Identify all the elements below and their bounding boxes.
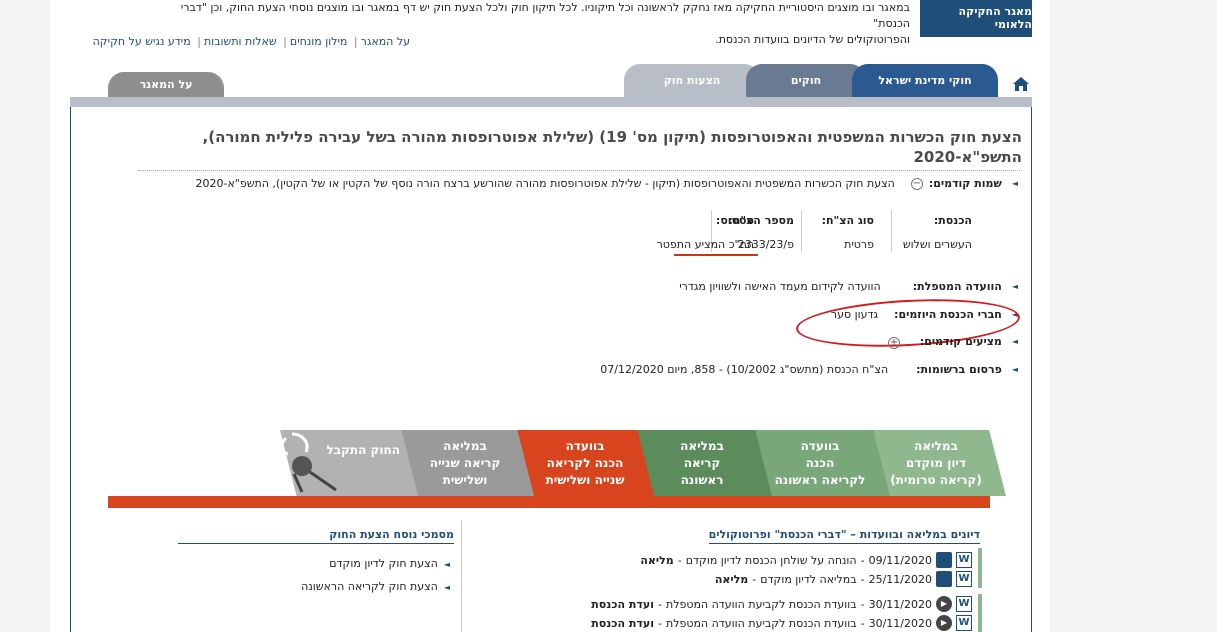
docs-heading: מסמכי נוסח הצעת החוק (178, 528, 454, 544)
discussion-text: הונחה על שולחן הכנסת לדיון מוקדם (685, 553, 857, 567)
bullet-icon: ◄ (443, 560, 450, 569)
prev-names-label: שמות קודמים: (928, 177, 1002, 190)
committee-label: הוועדה המטפלת: (912, 280, 1002, 293)
top-links: על המאגר| מילון מונחים| שאלות ותשובות| מ… (92, 35, 410, 48)
doc-item-label: הצעת חוק לקריאה הראשונה (301, 580, 438, 593)
discussion-date: 30/11/2020 (868, 616, 932, 630)
link-glossary[interactable]: מילון מונחים (290, 35, 348, 48)
publication-value[interactable]: הצ"ח הכנסת (מתשס"ג 10/2002) - 858, מיום … (600, 363, 888, 376)
prev-names-value: הצעת חוק הכשרות המשפטית והאפוטרופסות (תי… (195, 177, 895, 190)
discussion-date: 25/11/2020 (868, 572, 932, 586)
committee-row: ◄ הוועדה המטפלת: הוועדה לקידום מעמד האיש… (679, 280, 1018, 293)
info-divider (891, 210, 892, 252)
discussion-row: W 09/11/2020 - הונחה על שולחן הכנסת לדיו… (640, 552, 972, 568)
tab-laws-state[interactable]: חוקי מדינת ישראל (852, 64, 998, 98)
stage-first-reading[interactable]: במליאה קריאה ראשונה (632, 430, 772, 496)
site-logo[interactable]: מאגר החקיקה הלאומי (920, 0, 1032, 37)
stage-bar (108, 496, 990, 508)
bullet-icon: ◄ (1011, 365, 1018, 374)
collapse-icon[interactable]: − (910, 177, 923, 190)
play-icon[interactable]: ▶ (936, 596, 952, 612)
knesset-col: הכנסת: העשרים ושלוש (903, 214, 972, 251)
discussion-date: 09/11/2020 (868, 553, 932, 567)
type-col: סוג הצ"ח: פרטית (822, 214, 874, 251)
tab-laws[interactable]: חוקים (746, 64, 866, 98)
bullet-icon: ◄ (443, 583, 450, 592)
type-label: סוג הצ"ח: (821, 214, 874, 227)
link-faq[interactable]: שאלות ותשובות (204, 35, 277, 48)
expand-icon[interactable]: + (888, 337, 900, 349)
prev-names-row: ◄ שמות קודמים: − הצעת חוק הכשרות המשפטית… (195, 177, 1018, 190)
discussion-row: W ▶ 30/11/2020 - בוועדת הכנסת לקביעת הוו… (591, 615, 972, 631)
doc-item[interactable]: ◄ הצעת חוק לדיון מוקדם (329, 557, 450, 570)
discussion-text: במליאה לדיון מוקדם (760, 572, 857, 586)
status-col: סטטוס: הח"כ המציע התפטר (657, 214, 754, 251)
doc-item-label: הצעת חוק לדיון מוקדם (329, 557, 438, 570)
proposers-label: מציעים קודמים: (919, 335, 1002, 348)
type-value: פרטית (844, 238, 874, 251)
publication-label: פרסום ברשומות: (916, 363, 1002, 376)
word-doc-icon[interactable]: W (956, 571, 972, 587)
discussion-place: מליאה (714, 572, 749, 586)
intro-line-1: במאגר ובו מוצגים היסטוריית החקיקה מאז נח… (180, 1, 910, 30)
committee-value[interactable]: הוועדה לקידום מעמד האישה ולשוויון מגדרי (679, 280, 881, 293)
page-title: הצעת חוק הכשרות המשפטית והאפוטרופסות (תי… (202, 128, 1022, 146)
discussion-group-bar (978, 594, 982, 632)
tab-bar (70, 97, 1032, 107)
discussion-text: בוועדת הכנסת לקביעת הוועדה המטפלת (665, 597, 857, 611)
word-doc-icon[interactable]: W (956, 615, 972, 631)
discussion-row: W ▶ 30/11/2020 - בוועדת הכנסת לקביעת הוו… (591, 596, 972, 612)
play-icon[interactable]: ▶ (936, 615, 952, 631)
discussion-text: בוועדת הכנסת לקביעת הוועדה המטפלת (665, 616, 857, 630)
stage-committee-first[interactable]: בוועדה הכנה לקריאה ראשונה (750, 430, 890, 496)
word-doc-icon[interactable]: W (956, 596, 972, 612)
knesset-label: הכנסת: (933, 214, 972, 227)
discussion-group-bar (978, 548, 982, 588)
discussion-place: ועדת הכנסת (591, 616, 654, 630)
discussion-date: 30/11/2020 (868, 597, 932, 611)
info-divider (801, 210, 802, 252)
home-icon[interactable] (1012, 76, 1030, 92)
bullet-icon: ◄ (1011, 337, 1018, 346)
page-title-year: התשפ"א-2020 (913, 148, 1022, 166)
link-about[interactable]: על המאגר (361, 35, 410, 48)
stage-committee-second-third[interactable]: בוועדה הכנה לקריאה שנייה ושלישית (516, 430, 654, 496)
discussions-heading: דיונים במליאה ובוועדות – "דברי הכנסת" ופ… (708, 528, 980, 544)
book-icon[interactable] (936, 552, 952, 568)
doc-item[interactable]: ◄ הצעת חוק לקריאה הראשונה (301, 580, 450, 593)
column-divider (461, 520, 462, 632)
tab-about[interactable]: על המאגר (108, 72, 224, 98)
publication-row: ◄ פרסום ברשומות: הצ"ח הכנסת (מתשס"ג 10/2… (600, 363, 1018, 376)
discussion-place: ועדת הכנסת (591, 597, 654, 611)
book-icon[interactable] (936, 571, 952, 587)
link-accessible-info[interactable]: מידע נגיש על חקיקה (93, 35, 191, 48)
bullet-icon: ◄ (1011, 282, 1018, 291)
status-label: סטטוס: (715, 214, 754, 227)
bullet-icon: ◄ (1011, 179, 1018, 188)
discussion-row: W 25/11/2020 - במליאה לדיון מוקדם - מליא… (715, 571, 972, 587)
stage-second-third-reading[interactable]: במליאה קריאה שנייה ושלישית (396, 430, 534, 496)
discussion-place: מליאה (640, 553, 674, 567)
knesset-value: העשרים ושלוש (902, 238, 972, 251)
word-doc-icon[interactable]: W (956, 552, 972, 568)
proposers-row: ◄ מציעים קודמים: (920, 335, 1018, 348)
title-divider (138, 170, 1022, 171)
tab-bills[interactable]: הצעות חוק (624, 64, 760, 98)
status-value: הח"כ המציע התפטר (656, 238, 754, 251)
page: מאגר החקיקה הלאומי במאגר ובו מוצגים היסט… (50, 0, 1050, 632)
gavel-icon (280, 432, 337, 493)
status-underline (674, 254, 758, 256)
